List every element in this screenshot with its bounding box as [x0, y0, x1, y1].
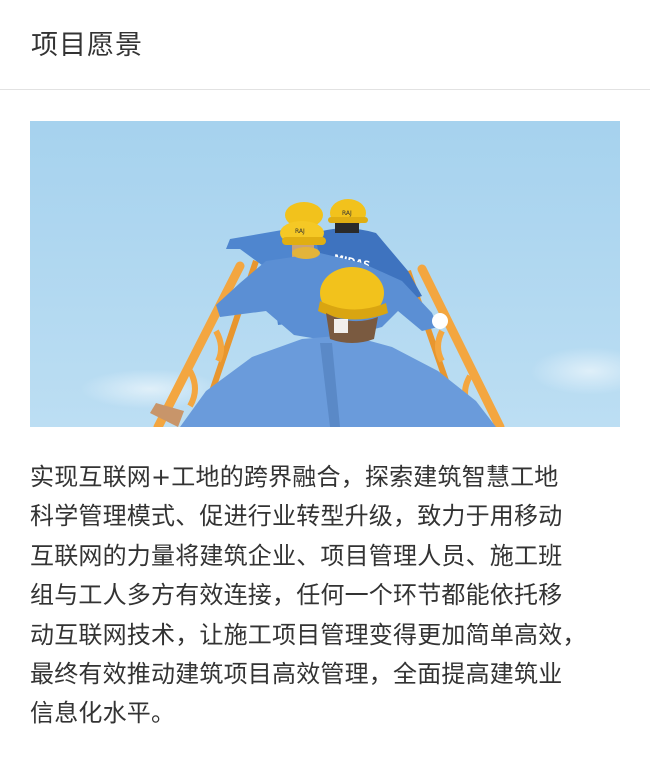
- page-header: 项目愿景: [0, 0, 650, 90]
- description-line: 组与工人多方有效连接，任何一个环节都能依托移: [30, 581, 563, 610]
- page-title: 项目愿景: [31, 30, 143, 61]
- helmet-text: RAJ: [342, 210, 352, 217]
- description-line: 互联网的力量将建筑企业、项目管理人员、施工班: [30, 541, 563, 570]
- description-line: 科学管理模式、促进行业转型升级，致力于用移动: [30, 502, 563, 531]
- description-line: 实现互联网+工地的跨界融合，探索建筑智慧工地: [30, 463, 559, 491]
- description-line: 动互联网技术，让施工项目管理变得更加简单高效，: [30, 620, 587, 649]
- hero-image: MIDAS RAJ RAJ: [30, 121, 620, 427]
- vision-description: 实现互联网+工地的跨界融合，探索建筑智慧工地 科学管理模式、促进行业转型升级，致…: [30, 458, 620, 734]
- hero-illustration: MIDAS RAJ RAJ: [30, 121, 620, 427]
- description-line: 最终有效推动建筑项目高效管理，全面提高建筑业: [30, 660, 563, 689]
- helmet-text: RAJ: [295, 228, 305, 235]
- description-line: 信息化水平。: [30, 699, 176, 728]
